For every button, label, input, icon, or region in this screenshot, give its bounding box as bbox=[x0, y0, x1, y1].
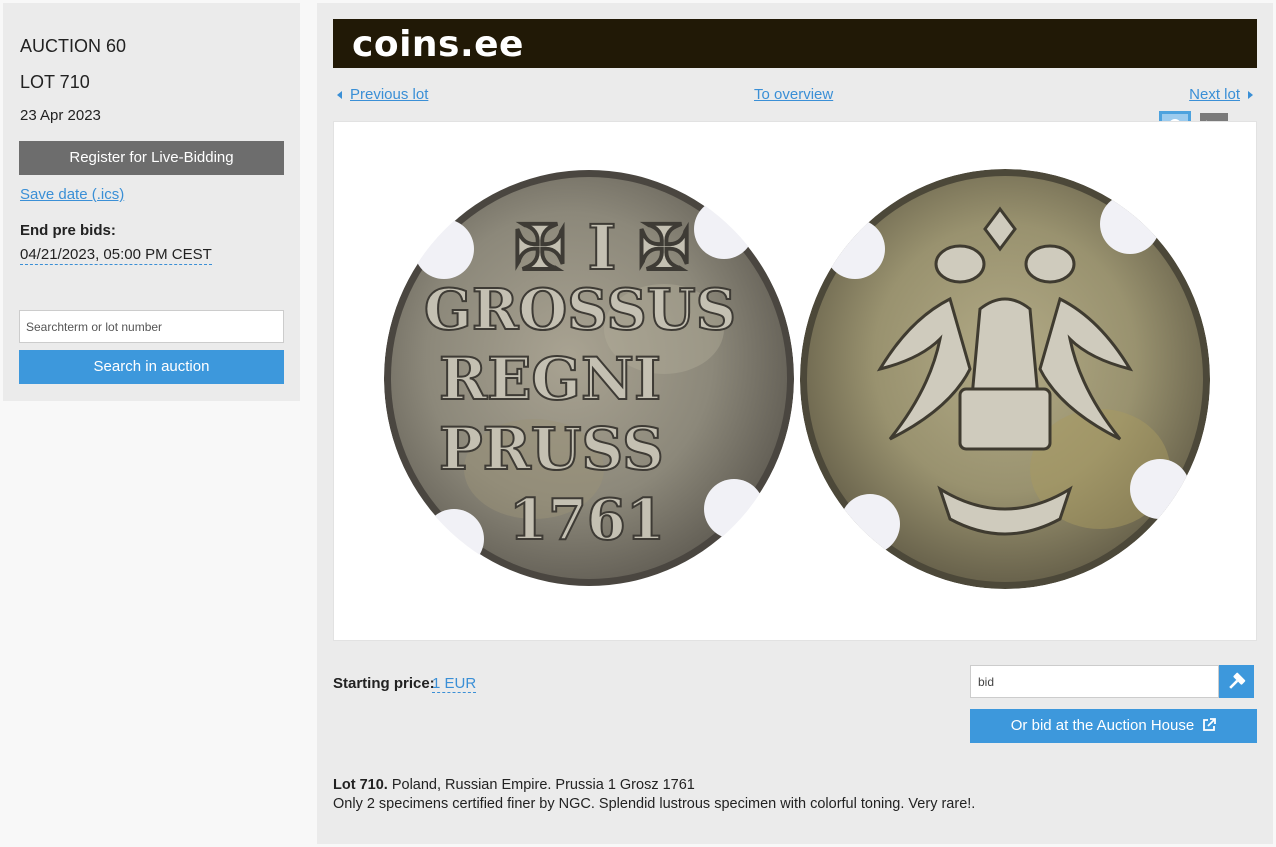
previous-lot-label: Previous lot bbox=[350, 86, 429, 103]
sidebar: AUCTION 60 LOT 710 23 Apr 2023 Register … bbox=[3, 3, 300, 401]
place-bid-button[interactable] bbox=[1219, 665, 1254, 698]
lot-title: Poland, Russian Empire. Prussia 1 Grosz … bbox=[391, 777, 695, 793]
next-lot-link[interactable]: Next lot bbox=[1189, 86, 1253, 103]
next-lot-label: Next lot bbox=[1189, 86, 1240, 103]
svg-text:PRUSS: PRUSS bbox=[439, 415, 664, 483]
save-date-link[interactable]: Save date (.ics) bbox=[20, 186, 124, 203]
caret-left-icon bbox=[337, 91, 342, 100]
lot-image[interactable]: ✠ I ✠ GROSSUS REGNI PRUSS 1761 bbox=[333, 121, 1257, 641]
auction-number: AUCTION 60 bbox=[20, 36, 127, 56]
site-logo[interactable]: coins.ee bbox=[352, 24, 524, 65]
coin-reverse-image bbox=[800, 169, 1210, 589]
bid-at-auction-house-button[interactable]: Or bid at the Auction House bbox=[970, 709, 1257, 743]
lot-description-label: Lot 710. bbox=[333, 777, 388, 793]
register-live-bidding-button[interactable]: Register for Live-Bidding bbox=[19, 141, 284, 175]
search-input[interactable] bbox=[19, 310, 284, 343]
bid-input[interactable] bbox=[970, 665, 1219, 698]
bid-at-auction-house-label: Or bid at the Auction House bbox=[1010, 717, 1195, 734]
caret-right-icon bbox=[1248, 91, 1253, 100]
lot-title-line: Lot 710. Poland, Russian Empire. Prussia… bbox=[333, 776, 975, 795]
to-overview-link[interactable]: To overview bbox=[754, 86, 833, 103]
gavel-icon bbox=[1229, 672, 1246, 689]
svg-text:REGNI: REGNI bbox=[439, 345, 661, 413]
coin-obverse-image: ✠ I ✠ GROSSUS REGNI PRUSS 1761 bbox=[384, 170, 794, 586]
lot-description-text: Only 2 specimens certified finer by NGC.… bbox=[333, 796, 976, 812]
svg-text:✠ I ✠: ✠ I ✠ bbox=[514, 211, 690, 284]
main-content: coins.ee Previous lot To overview Next l… bbox=[317, 3, 1273, 844]
starting-price-label: Starting price: bbox=[333, 675, 435, 692]
search-in-auction-button[interactable]: Search in auction bbox=[19, 350, 284, 384]
previous-lot-link[interactable]: Previous lot bbox=[337, 86, 428, 103]
starting-price-value: 1 EUR bbox=[432, 675, 477, 693]
end-prebids-label: End pre bids: bbox=[20, 222, 116, 239]
lot-description: Lot 710. Poland, Russian Empire. Prussia… bbox=[333, 776, 975, 814]
lot-number: LOT 710 bbox=[20, 72, 90, 92]
svg-text:1761: 1761 bbox=[509, 487, 665, 553]
svg-text:GROSSUS: GROSSUS bbox=[424, 277, 736, 343]
header-logo-bar: coins.ee bbox=[333, 19, 1257, 68]
external-link-icon bbox=[1203, 718, 1217, 731]
end-prebids-value: 04/21/2023, 05:00 PM CEST bbox=[20, 246, 212, 265]
auction-date: 23 Apr 2023 bbox=[20, 107, 101, 124]
